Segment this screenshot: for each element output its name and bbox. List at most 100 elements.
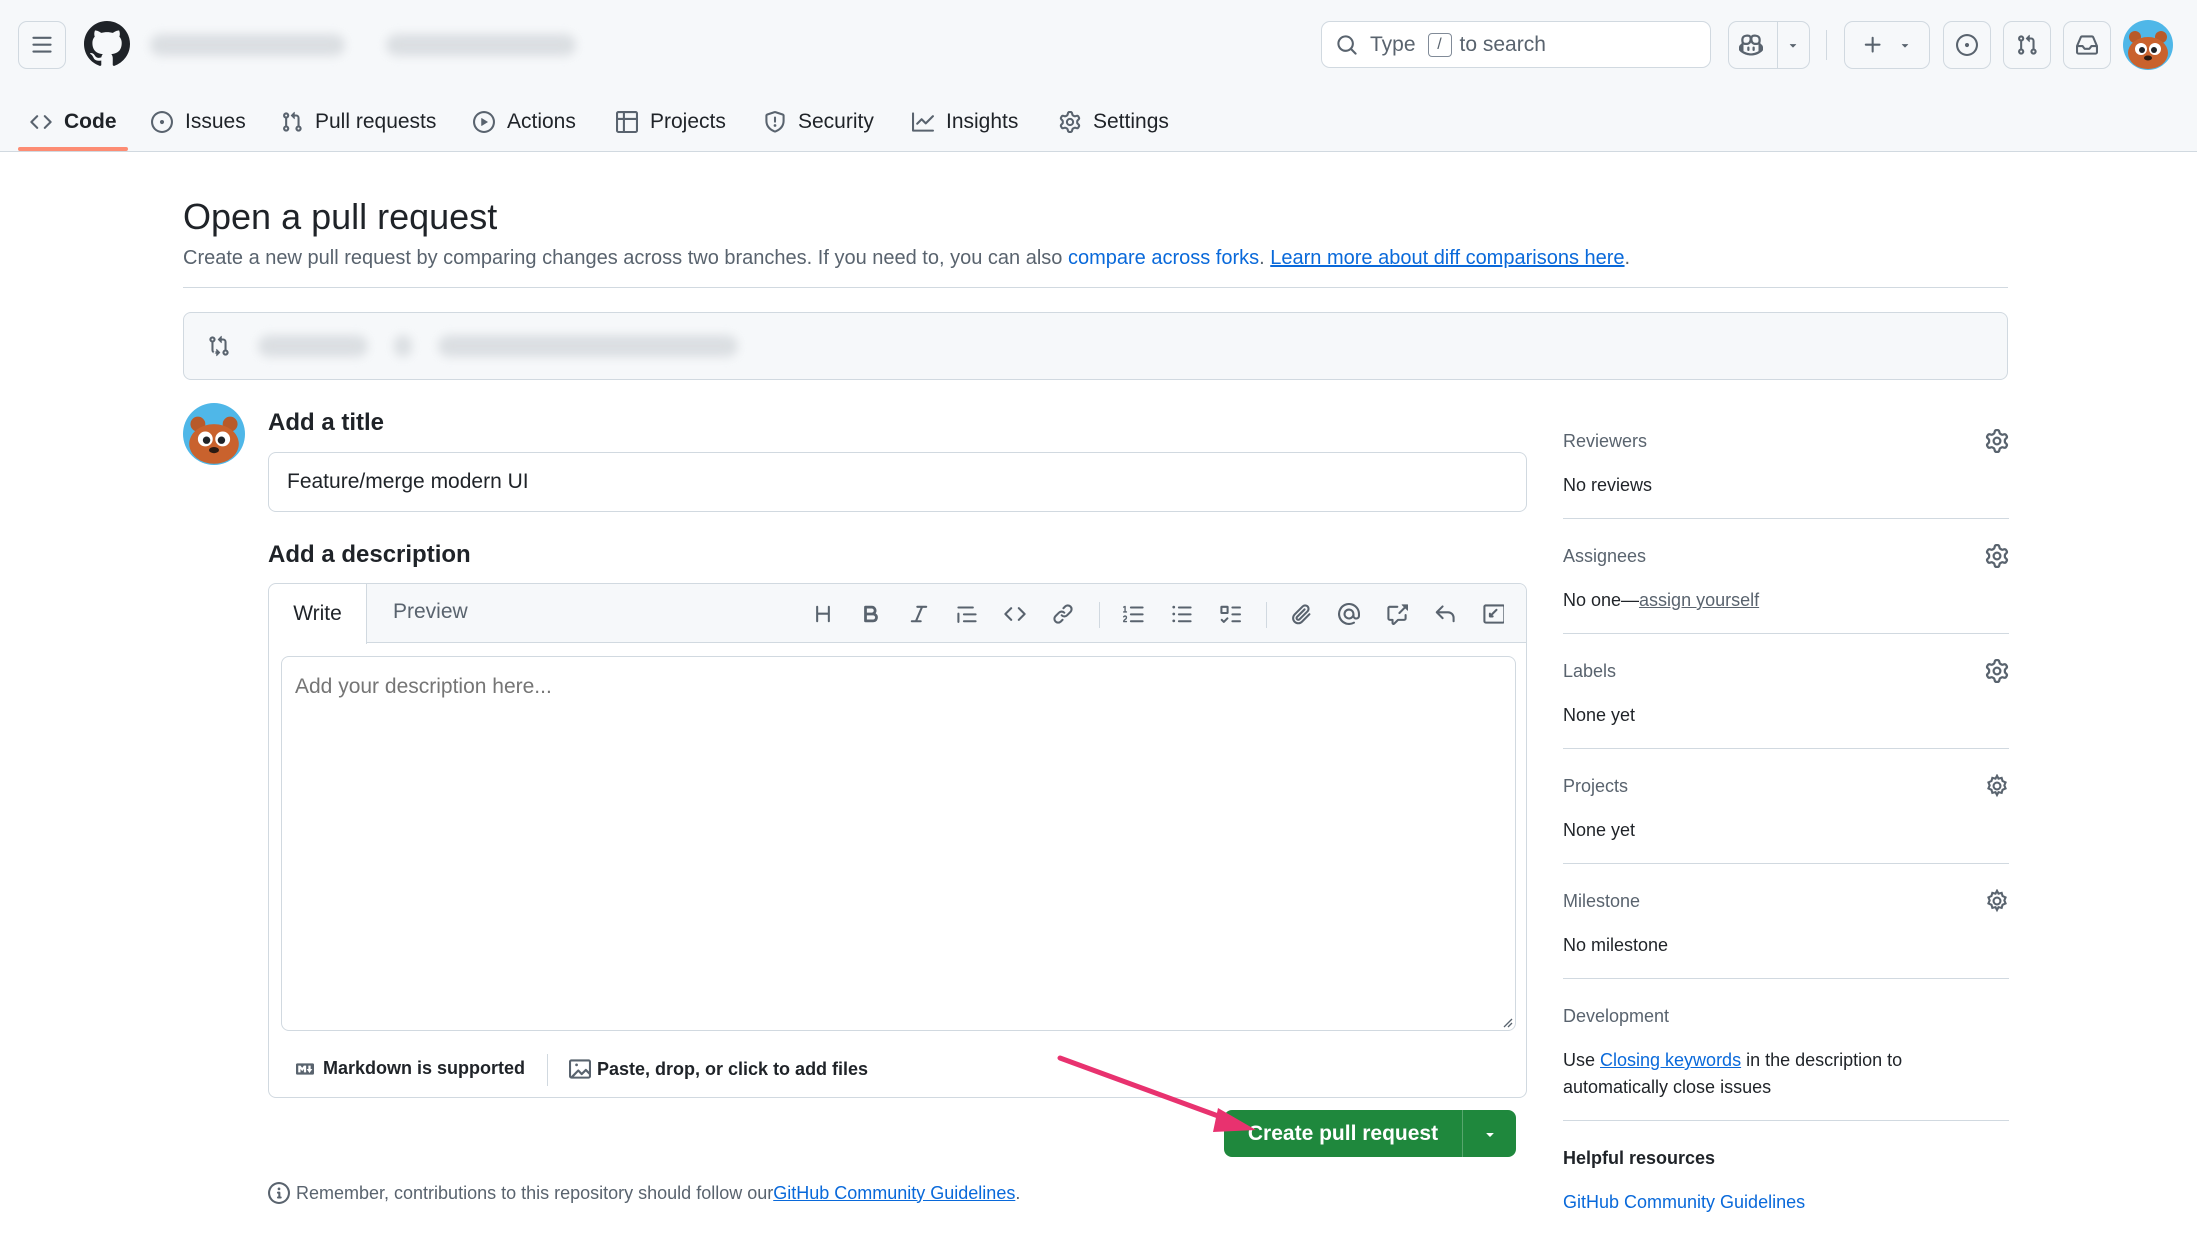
sidebar-helpful-resources: Helpful resources GitHub Community Guide… xyxy=(1563,1148,2009,1216)
editor-footer: Markdown is supported Paste, drop, or cl… xyxy=(269,1040,1526,1098)
github-logo-icon[interactable] xyxy=(84,21,132,69)
code-icon xyxy=(30,115,52,129)
gear-icon[interactable] xyxy=(1985,889,2009,913)
tab-pull-requests[interactable]: Pull requests xyxy=(281,102,436,142)
mention-icon xyxy=(1338,603,1360,625)
git-pull-request-icon xyxy=(283,111,302,132)
tab-projects[interactable]: Projects xyxy=(616,102,726,142)
avatar[interactable] xyxy=(2123,20,2173,70)
tab-issues-label: Issues xyxy=(185,110,246,133)
page-title: Open a pull request xyxy=(183,196,498,237)
copilot-divider xyxy=(1776,22,1778,68)
quote-button[interactable] xyxy=(951,598,983,630)
projects-value: None yet xyxy=(1563,820,1636,840)
link-button[interactable] xyxy=(1047,598,1079,630)
ordered-list-button[interactable] xyxy=(1118,598,1150,630)
attach-button[interactable] xyxy=(1285,598,1317,630)
copilot-icon xyxy=(1738,34,1763,56)
sidebar-milestone: Milestone No milestone xyxy=(1563,889,2009,959)
labels-heading: Labels xyxy=(1563,661,1617,681)
guidelines-link[interactable]: GitHub Community Guidelines xyxy=(773,1183,1015,1204)
repo-name-redacted[interactable] xyxy=(386,34,576,56)
tab-pull-requests-label: Pull requests xyxy=(315,110,437,133)
header-divider xyxy=(1826,30,1827,60)
sidebar-projects: Projects None yet xyxy=(1563,774,2009,844)
compare-forks-link[interactable]: compare across forks xyxy=(1068,247,1259,269)
search-prefix: Type xyxy=(1370,32,1416,56)
global-header: Type / to search Code Issues Pull reques… xyxy=(0,0,2197,152)
repo-owner-redacted[interactable] xyxy=(150,34,345,56)
toolbar-divider xyxy=(1099,602,1100,628)
description-textarea[interactable] xyxy=(281,656,1516,1031)
search-input[interactable]: Type / to search xyxy=(1321,21,1711,68)
triangle-down-icon xyxy=(1485,1132,1494,1137)
saved-replies-button[interactable] xyxy=(1429,598,1461,630)
gear-icon[interactable] xyxy=(1985,774,2009,798)
gear-icon[interactable] xyxy=(1985,429,2009,453)
tab-security-label: Security xyxy=(798,110,874,133)
issues-shortcut-button[interactable] xyxy=(1943,21,1991,69)
cross-reference-button[interactable] xyxy=(1381,598,1413,630)
guidelines-suffix: . xyxy=(1015,1182,1021,1203)
inbox-button[interactable] xyxy=(2063,21,2111,69)
git-pull-request-icon xyxy=(2018,34,2037,55)
heading-icon xyxy=(816,605,830,623)
subtitle-text: Create a new pull request by comparing c… xyxy=(183,247,1068,269)
create-options-dropdown[interactable] xyxy=(1463,1126,1516,1142)
gear-icon[interactable] xyxy=(1985,544,2009,568)
guidelines-note: Remember, contributions to this reposito… xyxy=(268,1182,1020,1204)
tab-preview[interactable]: Preview xyxy=(393,600,468,624)
tab-actions[interactable]: Actions xyxy=(473,102,576,142)
table-icon xyxy=(616,111,638,133)
title-label: Add a title xyxy=(268,409,385,436)
closing-keywords-link[interactable]: Closing keywords xyxy=(1600,1050,1741,1070)
search-shortcut-key: / xyxy=(1427,32,1452,57)
base-branch-selector-redacted[interactable] xyxy=(258,335,368,357)
italic-button[interactable] xyxy=(903,598,935,630)
sidebar-divider xyxy=(1563,633,2009,634)
attach-files-button[interactable]: Paste, drop, or click to add files xyxy=(569,1058,868,1080)
heading-button[interactable] xyxy=(807,598,839,630)
code-icon xyxy=(1004,607,1026,621)
helpful-resources-value: GitHub Community Guidelines xyxy=(1563,1189,2009,1216)
gear-icon[interactable] xyxy=(1985,659,2009,683)
plus-icon xyxy=(1864,36,1881,53)
unordered-list-button[interactable] xyxy=(1166,598,1198,630)
description-label: Add a description xyxy=(268,541,471,568)
copilot-button[interactable] xyxy=(1728,21,1810,69)
bold-button[interactable] xyxy=(855,598,887,630)
slash-commands-button[interactable] xyxy=(1477,598,1509,630)
pull-requests-shortcut-button[interactable] xyxy=(2003,21,2051,69)
page-subtitle: Create a new pull request by comparing c… xyxy=(183,247,1630,270)
mention-button[interactable] xyxy=(1333,598,1365,630)
play-icon xyxy=(473,111,495,133)
tab-write[interactable]: Write xyxy=(269,584,367,644)
tab-issues[interactable]: Issues xyxy=(151,102,246,142)
compare-branch-selector-redacted[interactable] xyxy=(438,335,738,357)
tab-insights[interactable]: Insights xyxy=(912,102,1018,142)
task-list-button[interactable] xyxy=(1214,598,1246,630)
community-guidelines-link[interactable]: GitHub Community Guidelines xyxy=(1563,1192,1805,1212)
inbox-icon xyxy=(2076,35,2098,55)
pr-title-input[interactable] xyxy=(268,452,1527,512)
menu-button[interactable] xyxy=(18,21,66,69)
markdown-icon xyxy=(296,1062,314,1075)
graph-icon xyxy=(912,112,934,132)
tab-settings[interactable]: Settings xyxy=(1059,102,1169,142)
sidebar-divider xyxy=(1563,1120,2009,1121)
arrow-left-icon xyxy=(394,335,412,357)
assign-yourself-link[interactable]: assign yourself xyxy=(1639,590,1759,610)
tab-insights-label: Insights xyxy=(946,110,1019,133)
learn-more-link[interactable]: Learn more about diff comparisons here xyxy=(1270,247,1624,269)
paperclip-icon xyxy=(1292,604,1311,625)
tab-code-label: Code xyxy=(64,110,117,133)
markdown-supported-link[interactable]: Markdown is supported xyxy=(293,1058,525,1079)
resize-handle-icon[interactable] xyxy=(1501,1016,1513,1028)
reviewers-value: No reviews xyxy=(1563,475,1653,495)
tab-code[interactable]: Code xyxy=(30,102,117,142)
active-tab-indicator xyxy=(18,147,128,151)
create-new-button[interactable] xyxy=(1844,21,1930,69)
tab-security[interactable]: Security xyxy=(764,102,874,142)
code-button[interactable] xyxy=(999,598,1031,630)
sidebar-labels: Labels None yet xyxy=(1563,659,2009,729)
